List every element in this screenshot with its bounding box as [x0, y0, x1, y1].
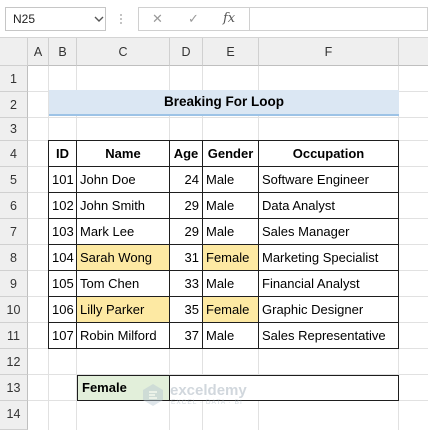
age-cell[interactable]: 24: [169, 166, 203, 193]
row-header-2[interactable]: 2: [0, 92, 28, 118]
age-cell[interactable]: 29: [169, 192, 203, 219]
row-header-7[interactable]: 7: [0, 219, 28, 245]
id-cell[interactable]: 104: [48, 244, 77, 271]
name-cell[interactable]: John Smith: [76, 192, 170, 219]
divider-dots-icon: [120, 14, 122, 24]
formula-buttons: ✕ ✓ fx: [138, 7, 250, 31]
occupation-cell[interactable]: Software Engineer: [258, 166, 399, 193]
row-header-11[interactable]: 11: [0, 323, 28, 349]
occupation-cell[interactable]: Sales Representative: [258, 322, 399, 349]
row-header-5[interactable]: 5: [0, 167, 28, 193]
column-header-c[interactable]: C: [77, 38, 170, 66]
name-cell[interactable]: Tom Chen: [76, 270, 170, 297]
gender-cell[interactable]: Male: [202, 270, 259, 297]
exceldemy-watermark: exceldemy EXCEL · DATA · BI: [140, 380, 290, 410]
name-cell[interactable]: Mark Lee: [76, 218, 170, 245]
formula-input[interactable]: [250, 7, 428, 31]
occupation-cell[interactable]: Graphic Designer: [258, 296, 399, 323]
age-cell[interactable]: 31: [169, 244, 203, 271]
gender-cell[interactable]: Male: [202, 322, 259, 349]
table-header-cell[interactable]: Age: [169, 140, 203, 167]
column-header-e[interactable]: E: [203, 38, 259, 66]
id-cell[interactable]: 106: [48, 296, 77, 323]
name-cell[interactable]: Lilly Parker: [76, 296, 170, 323]
exceldemy-logo-icon: [143, 384, 163, 406]
name-box[interactable]: N25: [5, 7, 106, 31]
table-header-cell[interactable]: Gender: [202, 140, 259, 167]
table-header-cell[interactable]: Name: [76, 140, 170, 167]
age-cell[interactable]: 33: [169, 270, 203, 297]
row-header-10[interactable]: 10: [0, 297, 28, 323]
gender-cell[interactable]: Male: [202, 166, 259, 193]
column-header-a[interactable]: A: [28, 38, 49, 66]
occupation-cell[interactable]: Financial Analyst: [258, 270, 399, 297]
column-header-next[interactable]: [399, 38, 428, 66]
gridline: [28, 117, 428, 118]
name-box-value: N25: [13, 12, 36, 26]
table-header-cell[interactable]: Occupation: [258, 140, 399, 167]
gender-cell[interactable]: Male: [202, 218, 259, 245]
name-cell[interactable]: John Doe: [76, 166, 170, 193]
occupation-cell[interactable]: Marketing Specialist: [258, 244, 399, 271]
row-header-13[interactable]: 13: [0, 375, 28, 401]
watermark-tagline: EXCEL · DATA · BI: [171, 399, 243, 406]
occupation-cell[interactable]: Sales Manager: [258, 218, 399, 245]
row-header-12[interactable]: 12: [0, 349, 28, 375]
row-header-14[interactable]: 14: [0, 401, 28, 430]
enter-icon[interactable]: ✓: [188, 11, 199, 27]
name-cell[interactable]: Robin Milford: [76, 322, 170, 349]
name-cell[interactable]: Sarah Wong: [76, 244, 170, 271]
table-header-cell[interactable]: ID: [48, 140, 77, 167]
id-cell[interactable]: 107: [48, 322, 77, 349]
cancel-icon[interactable]: ✕: [152, 11, 163, 27]
id-cell[interactable]: 101: [48, 166, 77, 193]
column-header-b[interactable]: B: [49, 38, 77, 66]
insert-function-icon[interactable]: fx: [223, 11, 235, 26]
row-header-9[interactable]: 9: [0, 271, 28, 297]
watermark-name: exceldemy: [170, 382, 247, 399]
column-header-f[interactable]: F: [259, 38, 399, 66]
sheet-title[interactable]: Breaking For Loop: [49, 90, 399, 116]
column-header-d[interactable]: D: [170, 38, 203, 66]
id-cell[interactable]: 102: [48, 192, 77, 219]
age-cell[interactable]: 29: [169, 218, 203, 245]
formula-bar: N25 ✕ ✓ fx: [0, 0, 428, 38]
row-header-6[interactable]: 6: [0, 193, 28, 219]
id-cell[interactable]: 105: [48, 270, 77, 297]
id-cell[interactable]: 103: [48, 218, 77, 245]
row-header-3[interactable]: 3: [0, 118, 28, 141]
age-cell[interactable]: 35: [169, 296, 203, 323]
select-all-corner[interactable]: [0, 38, 28, 66]
row-header-1[interactable]: 1: [0, 66, 28, 92]
gender-cell[interactable]: Female: [202, 244, 259, 271]
occupation-cell[interactable]: Data Analyst: [258, 192, 399, 219]
chevron-down-icon[interactable]: [94, 14, 104, 24]
gender-cell[interactable]: Male: [202, 192, 259, 219]
age-cell[interactable]: 37: [169, 322, 203, 349]
row-header-4[interactable]: 4: [0, 141, 28, 167]
row-header-8[interactable]: 8: [0, 245, 28, 271]
gender-cell[interactable]: Female: [202, 296, 259, 323]
